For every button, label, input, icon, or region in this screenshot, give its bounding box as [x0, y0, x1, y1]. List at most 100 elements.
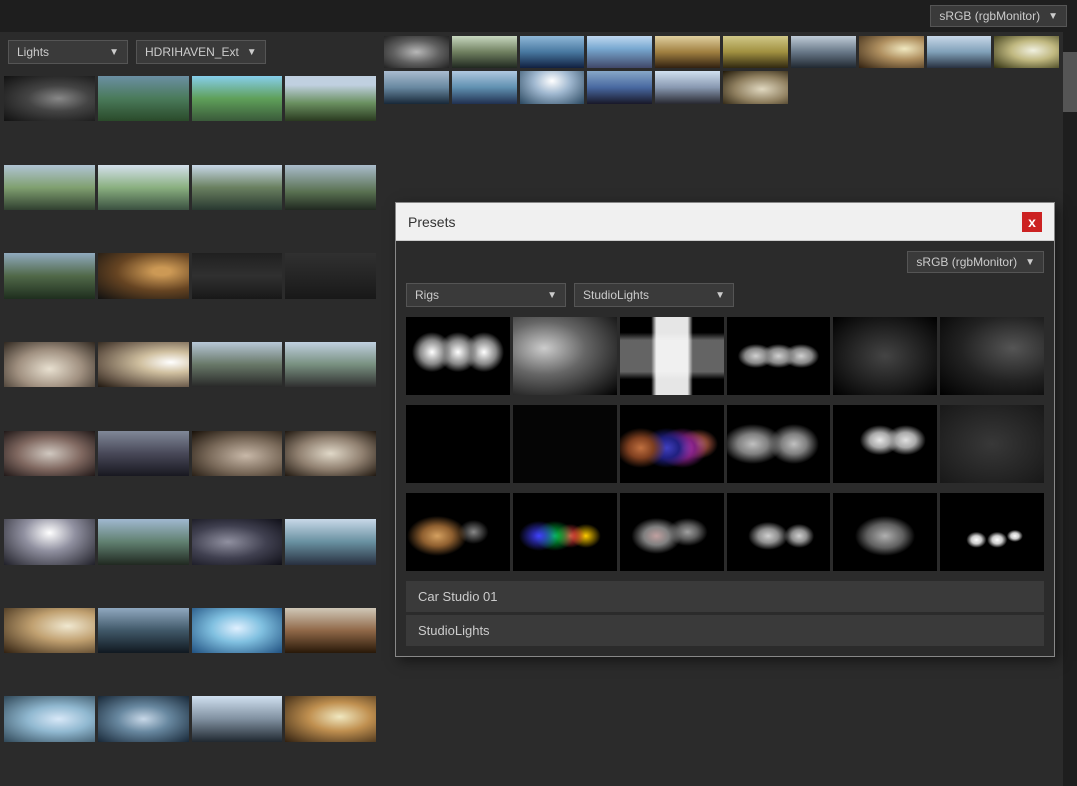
preset-list-item-car-studio[interactable]: Car Studio 01 [406, 581, 1044, 612]
list-item[interactable] [859, 36, 924, 68]
list-item[interactable] [192, 608, 283, 653]
preset-thumb[interactable] [620, 493, 724, 571]
studio-lights-dropdown[interactable]: StudioLights ▼ [574, 283, 734, 307]
preset-thumb[interactable] [833, 493, 937, 571]
preset-thumb[interactable] [727, 493, 831, 571]
list-item[interactable] [655, 36, 720, 68]
preset-thumb[interactable] [940, 493, 1044, 571]
color-profile-dropdown[interactable]: sRGB (rgbMonitor) ▼ [930, 5, 1067, 27]
list-item[interactable] [4, 342, 95, 387]
list-item[interactable] [285, 253, 376, 298]
presets-list: Car Studio 01 StudioLights [406, 581, 1044, 646]
list-item[interactable] [192, 342, 283, 387]
right-panel: Presets x sRGB (rgbMonitor) ▼ Rigs ▼ [380, 32, 1063, 786]
preset-thumb[interactable] [513, 493, 617, 571]
category-label: Lights [17, 45, 49, 59]
preset-thumb[interactable] [406, 493, 510, 571]
presets-grid-row3 [406, 493, 1044, 571]
studio-lights-label: StudioLights [583, 288, 649, 302]
rigs-arrow: ▼ [539, 290, 557, 301]
list-item[interactable] [285, 608, 376, 653]
list-item[interactable] [4, 519, 95, 564]
list-item[interactable] [723, 36, 788, 68]
color-profile-label: sRGB (rgbMonitor) [939, 9, 1040, 23]
list-item[interactable] [285, 342, 376, 387]
studio-lights-arrow: ▼ [707, 290, 725, 301]
preset-thumb[interactable] [833, 317, 937, 395]
list-item[interactable] [98, 431, 189, 476]
preset-thumb[interactable] [620, 405, 724, 483]
list-item[interactable] [192, 696, 283, 741]
list-item[interactable] [285, 431, 376, 476]
preset-thumb[interactable] [620, 317, 724, 395]
presets-dialog: Presets x sRGB (rgbMonitor) ▼ Rigs ▼ [395, 202, 1055, 657]
color-profile-arrow: ▼ [1048, 11, 1058, 22]
list-item[interactable] [4, 431, 95, 476]
list-item[interactable] [98, 519, 189, 564]
rigs-dropdown[interactable]: Rigs ▼ [406, 283, 566, 307]
list-item[interactable] [452, 71, 517, 103]
list-item[interactable] [520, 36, 585, 68]
preset-thumb[interactable] [940, 317, 1044, 395]
preset-list-item-studio-lights[interactable]: StudioLights [406, 615, 1044, 646]
preset-thumb[interactable] [940, 405, 1044, 483]
scrollbar[interactable] [1063, 32, 1077, 786]
preset-thumb[interactable] [406, 317, 510, 395]
preset-thumb[interactable] [727, 405, 831, 483]
list-item[interactable] [98, 76, 189, 121]
list-item[interactable] [587, 71, 652, 103]
list-item[interactable] [384, 71, 449, 103]
preset-thumb[interactable] [513, 317, 617, 395]
presets-grid-row2 [406, 405, 1044, 483]
presets-color-label: sRGB (rgbMonitor) [916, 255, 1017, 269]
preset-list-label: StudioLights [418, 623, 490, 638]
list-item[interactable] [4, 696, 95, 741]
list-item[interactable] [384, 36, 449, 68]
list-item[interactable] [285, 165, 376, 210]
list-item[interactable] [927, 36, 992, 68]
preset-thumb[interactable] [513, 405, 617, 483]
list-item[interactable] [98, 342, 189, 387]
category-dropdown[interactable]: Lights ▼ [8, 40, 128, 64]
preset-thumb[interactable] [406, 405, 510, 483]
list-item[interactable] [520, 71, 585, 103]
list-item[interactable] [4, 253, 95, 298]
list-item[interactable] [98, 253, 189, 298]
list-item[interactable] [791, 36, 856, 68]
preset-list-label: Car Studio 01 [418, 589, 498, 604]
bg-grid [380, 32, 1063, 108]
list-item[interactable] [994, 36, 1059, 68]
source-arrow: ▼ [239, 47, 257, 58]
source-dropdown[interactable]: HDRIHAVEN_Ext ▼ [136, 40, 266, 64]
list-item[interactable] [285, 696, 376, 741]
list-item[interactable] [98, 608, 189, 653]
presets-close-button[interactable]: x [1022, 212, 1042, 232]
list-item[interactable] [587, 36, 652, 68]
list-item[interactable] [192, 519, 283, 564]
list-item[interactable] [98, 696, 189, 741]
list-item[interactable] [285, 519, 376, 564]
list-item[interactable] [452, 36, 517, 68]
list-item[interactable] [192, 165, 283, 210]
list-item[interactable] [285, 76, 376, 121]
list-item[interactable] [4, 76, 95, 121]
list-item[interactable] [192, 76, 283, 121]
preset-thumb[interactable] [727, 317, 831, 395]
list-item[interactable] [723, 71, 788, 103]
lights-grid [0, 72, 380, 786]
scrollbar-thumb[interactable] [1063, 52, 1077, 112]
presets-body: sRGB (rgbMonitor) ▼ Rigs ▼ StudioLights … [396, 241, 1054, 656]
preset-thumb[interactable] [833, 405, 937, 483]
presets-color-row: sRGB (rgbMonitor) ▼ [406, 251, 1044, 273]
list-item[interactable] [4, 165, 95, 210]
list-item[interactable] [98, 165, 189, 210]
list-item[interactable] [192, 431, 283, 476]
presets-filter-row: Rigs ▼ StudioLights ▼ [406, 283, 1044, 307]
list-item[interactable] [4, 608, 95, 653]
presets-color-arrow: ▼ [1025, 257, 1035, 268]
presets-title: Presets [408, 214, 455, 230]
presets-color-dropdown[interactable]: sRGB (rgbMonitor) ▼ [907, 251, 1044, 273]
list-item[interactable] [192, 253, 283, 298]
presets-title-bar: Presets x [396, 203, 1054, 241]
list-item[interactable] [655, 71, 720, 103]
